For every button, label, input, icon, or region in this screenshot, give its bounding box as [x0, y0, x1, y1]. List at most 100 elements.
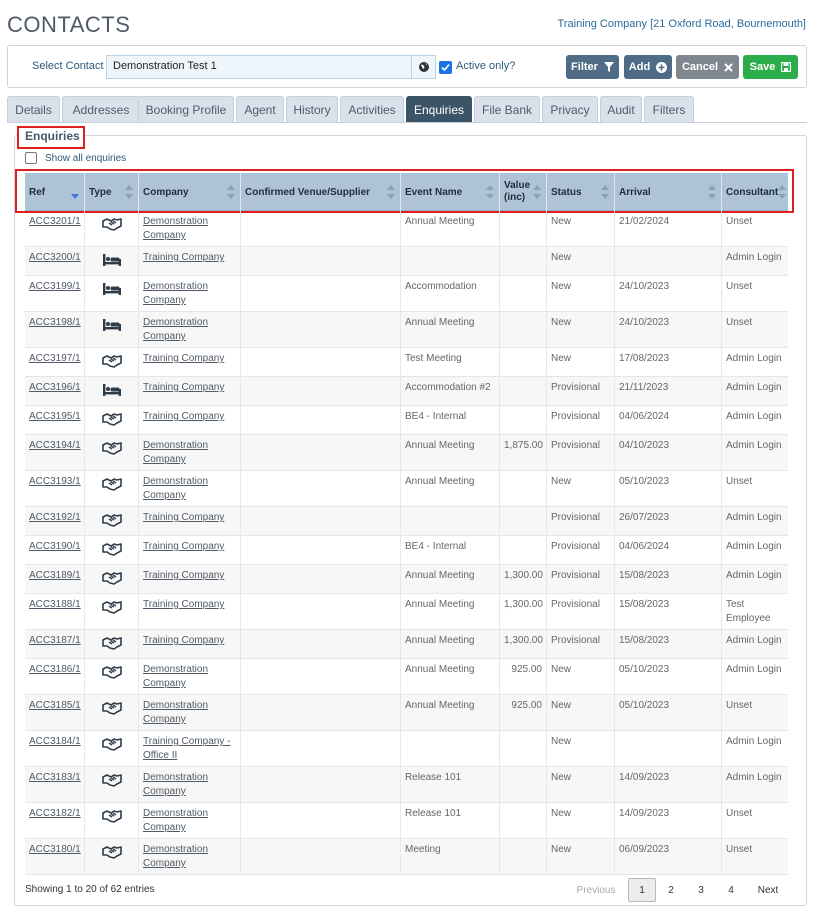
table-row[interactable]: ACC3185/1 Demonstration Company Annual Mee…	[25, 695, 788, 731]
column-header-ref[interactable]: Ref	[25, 173, 85, 211]
tab-booking-profile[interactable]: Booking Profile	[138, 96, 234, 122]
company-link[interactable]: Training Company	[143, 382, 224, 393]
table-row[interactable]: ACC3182/1 Demonstration Company Release 10…	[25, 803, 788, 839]
table-row[interactable]: ACC3187/1 Training Company Annual Meeting 1…	[25, 630, 788, 659]
enquiry-ref-link[interactable]: ACC3199/1	[29, 281, 81, 292]
cell-company: Training Company	[139, 565, 241, 593]
table-row[interactable]: ACC3180/1 Demonstration Company Meeting New…	[25, 839, 788, 875]
enquiry-ref-link[interactable]: ACC3188/1	[29, 599, 81, 610]
company-link[interactable]: Demonstration Company	[143, 281, 208, 306]
table-row[interactable]: ACC3195/1 Training Company BE4 - Internal P…	[25, 406, 788, 435]
column-label-value: Value (inc)	[504, 180, 531, 203]
tab-file-bank[interactable]: File Bank	[474, 96, 540, 122]
company-link[interactable]: Training Company - Office II	[143, 736, 230, 761]
table-row[interactable]: ACC3201/1 Demonstration Company Annual Mee…	[25, 211, 788, 247]
tab-filters[interactable]: Filters	[644, 96, 694, 122]
company-link[interactable]: Training Company	[143, 512, 224, 523]
enquiry-ref-link[interactable]: ACC3183/1	[29, 772, 81, 783]
company-link[interactable]: Demonstration Company	[143, 216, 208, 241]
enquiry-ref-link[interactable]: ACC3180/1	[29, 844, 81, 855]
company-info[interactable]: Training Company [21 Oxford Road, Bourne…	[558, 18, 806, 30]
company-link[interactable]: Training Company	[143, 252, 224, 263]
column-header-type[interactable]: Type	[85, 173, 139, 211]
enquiry-ref-link[interactable]: ACC3192/1	[29, 512, 81, 523]
bed-icon	[103, 254, 121, 266]
column-header-status[interactable]: Status	[547, 173, 615, 211]
pagination-page-1[interactable]: 1	[628, 878, 656, 902]
tab-enquiries[interactable]: Enquiries	[406, 96, 472, 122]
tab-details[interactable]: Details	[7, 96, 60, 122]
enquiry-ref-link[interactable]: ACC3194/1	[29, 440, 81, 451]
table-row[interactable]: ACC3184/1 Training Company - Office II New…	[25, 731, 788, 767]
table-row[interactable]: ACC3198/1 Demonstration Company Annual Mee…	[25, 312, 788, 348]
table-row[interactable]: ACC3200/1 Training Company New Admin Login	[25, 247, 788, 276]
company-link[interactable]: Demonstration Company	[143, 700, 208, 725]
enquiry-ref-link[interactable]: ACC3193/1	[29, 476, 81, 487]
column-header-event[interactable]: Event Name	[401, 173, 500, 211]
cell-arrival: 24/10/2023	[615, 312, 722, 347]
column-header-arrival[interactable]: Arrival	[615, 173, 722, 211]
company-link[interactable]: Training Company	[143, 599, 224, 610]
company-link[interactable]: Training Company	[143, 635, 224, 646]
company-link[interactable]: Training Company	[143, 411, 224, 422]
table-row[interactable]: ACC3193/1 Demonstration Company Annual Mee…	[25, 471, 788, 507]
cell-ref: ACC3196/1	[25, 377, 85, 405]
contact-input[interactable]: Demonstration Test 1	[106, 55, 412, 79]
enquiry-ref-link[interactable]: ACC3197/1	[29, 353, 81, 364]
save-button[interactable]: Save	[743, 55, 798, 79]
enquiry-ref-link[interactable]: ACC3189/1	[29, 570, 81, 581]
company-link[interactable]: Training Company	[143, 570, 224, 581]
company-link[interactable]: Demonstration Company	[143, 440, 208, 465]
globe-icon[interactable]	[412, 55, 436, 79]
column-header-company[interactable]: Company	[139, 173, 241, 211]
enquiry-ref-link[interactable]: ACC3201/1	[29, 216, 81, 227]
company-link[interactable]: Demonstration Company	[143, 476, 208, 501]
tab-privacy[interactable]: Privacy	[542, 96, 598, 122]
company-link[interactable]: Demonstration Company	[143, 808, 208, 833]
table-row[interactable]: ACC3196/1 Training Company Accommodation #…	[25, 377, 788, 406]
table-row[interactable]: ACC3192/1 Training Company Provisional 26/0…	[25, 507, 788, 536]
add-button[interactable]: Add	[624, 55, 672, 79]
pagination-page-3[interactable]: 3	[690, 878, 712, 902]
table-row[interactable]: ACC3199/1 Demonstration Company Accommodat…	[25, 276, 788, 312]
tab-activities[interactable]: Activities	[340, 96, 404, 122]
active-only-checkbox[interactable]	[439, 61, 452, 74]
table-row[interactable]: ACC3197/1 Training Company Test Meeting New…	[25, 348, 788, 377]
column-header-consultant[interactable]: Consultant	[722, 173, 788, 211]
company-link[interactable]: Demonstration Company	[143, 772, 208, 797]
company-link[interactable]: Training Company	[143, 541, 224, 552]
show-all-enquiries-checkbox[interactable]	[25, 152, 37, 164]
company-link[interactable]: Demonstration Company	[143, 664, 208, 689]
enquiry-ref-link[interactable]: ACC3195/1	[29, 411, 81, 422]
enquiry-ref-link[interactable]: ACC3200/1	[29, 252, 81, 263]
tab-audit[interactable]: Audit	[600, 96, 642, 122]
tab-agent[interactable]: Agent	[236, 96, 284, 122]
table-row[interactable]: ACC3189/1 Training Company Annual Meeting 1…	[25, 565, 788, 594]
column-header-venue[interactable]: Confirmed Venue/Supplier	[241, 173, 401, 211]
pagination-page-2[interactable]: 2	[660, 878, 682, 902]
table-row[interactable]: ACC3183/1 Demonstration Company Release 10…	[25, 767, 788, 803]
filter-button[interactable]: Filter	[566, 55, 619, 79]
pagination-page-4[interactable]: 4	[720, 878, 742, 902]
table-row[interactable]: ACC3194/1 Demonstration Company Annual Mee…	[25, 435, 788, 471]
cancel-button[interactable]: Cancel	[676, 55, 739, 79]
table-row[interactable]: ACC3186/1 Demonstration Company Annual Mee…	[25, 659, 788, 695]
enquiry-ref-link[interactable]: ACC3198/1	[29, 317, 81, 328]
enquiry-ref-link[interactable]: ACC3190/1	[29, 541, 81, 552]
enquiry-ref-link[interactable]: ACC3185/1	[29, 700, 81, 711]
pagination-previous[interactable]: Previous	[573, 878, 619, 902]
enquiry-ref-link[interactable]: ACC3184/1	[29, 736, 81, 747]
column-header-value[interactable]: Value (inc)	[500, 173, 547, 211]
company-link[interactable]: Demonstration Company	[143, 317, 208, 342]
tab-addresses[interactable]: Addresses	[62, 96, 140, 122]
enquiry-ref-link[interactable]: ACC3182/1	[29, 808, 81, 819]
pagination-next[interactable]: Next	[752, 878, 784, 902]
table-row[interactable]: ACC3190/1 Training Company BE4 - Internal P…	[25, 536, 788, 565]
company-link[interactable]: Training Company	[143, 353, 224, 364]
enquiry-ref-link[interactable]: ACC3196/1	[29, 382, 81, 393]
tab-history[interactable]: History	[286, 96, 338, 122]
company-link[interactable]: Demonstration Company	[143, 844, 208, 869]
enquiry-ref-link[interactable]: ACC3186/1	[29, 664, 81, 675]
enquiry-ref-link[interactable]: ACC3187/1	[29, 635, 81, 646]
table-row[interactable]: ACC3188/1 Training Company Annual Meeting 1…	[25, 594, 788, 630]
